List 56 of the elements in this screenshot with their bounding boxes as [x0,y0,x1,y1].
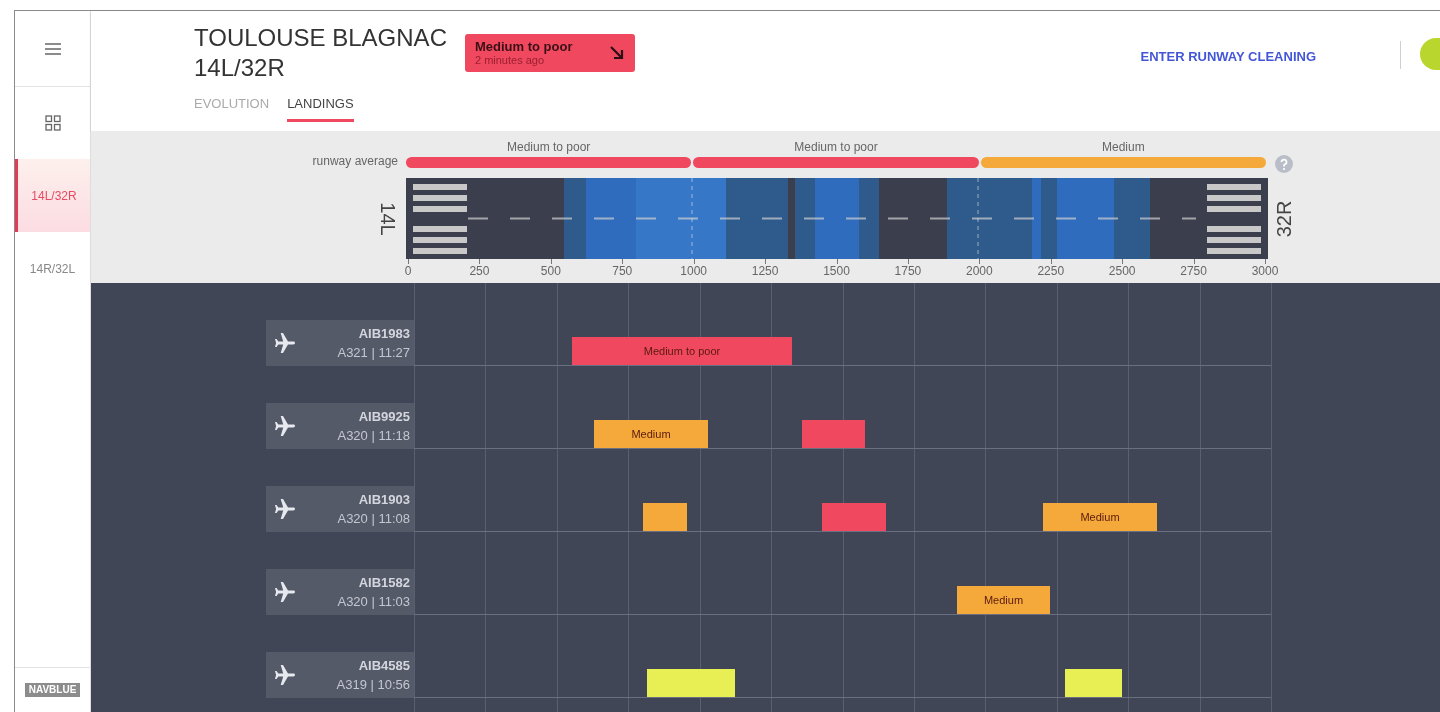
axis-tick-label: 500 [540,263,561,280]
enter-runway-cleaning-button[interactable]: ENTER RUNWAY CLEANING [1132,43,1324,71]
runway-tab[interactable]: 14L/32R [15,159,90,232]
axis-tick-label: 1500 [823,263,850,280]
axis-tick-label: 1750 [894,263,922,280]
airplane-icon [273,663,297,687]
segment-label: Medium to poor [506,139,591,155]
axis-tick-label: 250 [469,263,490,280]
segment-label: Medium to poor [794,139,878,155]
runway-end-label: 14L [375,201,400,236]
condition-bar: Medium [1043,503,1157,531]
condition-bar: Medium to poor [572,337,792,365]
flight-number: AIB4585 [358,657,410,675]
runway-tab[interactable]: 14R/32L [15,232,90,305]
grid-icon[interactable] [44,115,61,131]
axis-tick-label: 1250 [751,263,779,280]
airport-title: TOULOUSE BLAGNAC [194,23,447,53]
status-label: Medium to poor [474,40,573,53]
runway-average-label: runway average [311,153,399,170]
airplane-icon [273,414,297,438]
aircraft-time: A320 | 11:08 [337,510,410,528]
aircraft-time: A320 | 11:03 [337,593,410,611]
axis-tick-label: 1000 [680,263,707,280]
view-tab[interactable]: LANDINGS [287,94,354,122]
runway-end-label: 32R [1272,200,1297,237]
axis-tick-label: 750 [612,263,633,280]
runway-title: 14L/32R [194,53,286,83]
condition-bar: Medium [957,586,1050,614]
down-right-arrow-icon [608,45,625,61]
axis-tick-label: 2250 [1037,263,1065,280]
menu-icon[interactable] [44,42,61,55]
segment-label: Medium [1101,139,1145,155]
flight-label[interactable]: AIB1983 A321 | 11:27 [266,320,414,366]
airplane-icon [273,331,297,355]
logo: NAVBLUE [24,683,81,697]
flight-label[interactable]: AIB4585 A319 | 10:56 [266,652,414,698]
aircraft-time: A321 | 11:27 [337,344,410,362]
axis-tick-label: 3000 [1251,263,1279,280]
aircraft-time: A320 | 11:18 [337,427,410,445]
axis-tick-label: 0 [404,263,412,280]
flight-number: AIB1582 [358,574,410,592]
axis-tick-label: 2750 [1180,263,1207,280]
axis-tick-label: 2000 [966,263,993,280]
status-time: 2 minutes ago [474,55,546,66]
flight-label[interactable]: AIB1582 A320 | 11:03 [266,569,414,615]
airplane-icon [273,580,297,604]
flight-number: AIB1903 [358,491,410,509]
axis-tick-label: 2500 [1108,263,1136,280]
flight-number: AIB1983 [358,325,410,343]
flight-number: AIB9925 [358,408,410,426]
flight-label[interactable]: AIB1903 A320 | 11:08 [266,486,414,532]
airplane-icon [273,497,297,521]
help-icon[interactable] [1275,155,1293,173]
aircraft-time: A319 | 10:56 [336,676,410,694]
condition-bar: Medium [594,420,708,448]
flight-label[interactable]: AIB9925 A320 | 11:18 [266,403,414,449]
